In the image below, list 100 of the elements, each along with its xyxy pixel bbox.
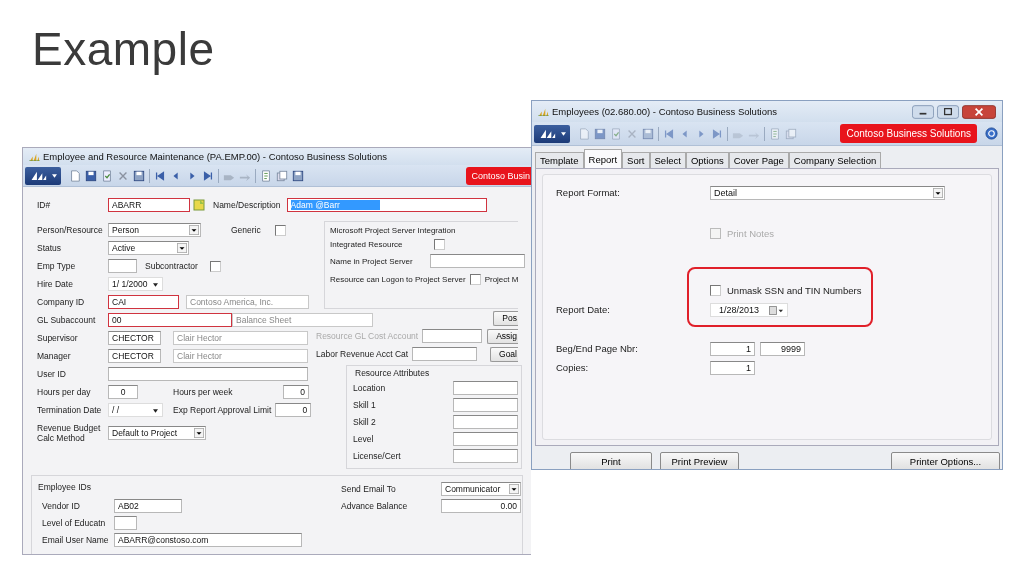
date-field[interactable]: / / [108,403,163,417]
tab[interactable]: Company Selection [788,152,882,168]
checkbox[interactable] [434,238,445,250]
text-field[interactable] [108,259,137,273]
field-label: Resource can Logon to Project Server [330,274,466,284]
tab[interactable]: Template [535,152,584,168]
save-icon[interactable] [85,169,97,182]
text-field[interactable]: 0.00 [441,498,521,513]
date-field[interactable]: 1/28/2013 [710,302,788,317]
text-field[interactable] [430,254,525,268]
checkbox[interactable] [710,285,721,296]
brand-button[interactable]: Contoso Busin [466,166,531,185]
text-field[interactable] [412,347,478,361]
field-label: Status [37,243,63,253]
description-field: Balance Sheet [232,313,373,327]
field-label: Termination Date [37,405,103,415]
brand-button[interactable]: Contoso Business Solutions [840,124,977,143]
caret-icon [153,283,158,287]
report-icon[interactable] [769,127,781,140]
field-label: Report Format: [556,187,621,198]
field-label: ID# [37,200,52,210]
field-label: Name in Project Server [330,256,414,266]
text-field[interactable] [108,367,308,381]
field-label: Company ID [37,297,86,307]
field-label: Report Date: [556,304,611,315]
first-record-icon[interactable] [663,127,675,140]
text-field[interactable]: CHECTOR [108,349,161,363]
field-label: GL Subaccount [37,315,97,325]
text-field[interactable]: 9999 [760,341,805,356]
field-label: Labor Revenue Acct Cat [316,349,409,359]
text-field[interactable]: 0 [275,403,312,417]
dropdown[interactable]: Detail [710,185,945,200]
text-field[interactable] [453,431,518,446]
field-label: Email User Name [42,534,110,545]
text-field[interactable] [114,515,137,530]
tab[interactable]: Options [685,152,729,168]
tab[interactable]: Cover Page [728,152,789,168]
checkbox[interactable] [274,224,286,236]
text-field[interactable]: 0 [283,385,309,399]
text-field[interactable]: 1 [710,360,755,375]
slide-title: Example [32,22,215,76]
copy-icon[interactable] [785,127,797,140]
field-label: Vendor ID [42,500,81,511]
first-record-icon[interactable] [154,169,166,182]
text-field[interactable]: 00 [108,313,232,327]
date-field[interactable]: 1/ 1/2000 [108,277,163,291]
checkbox[interactable] [469,273,481,285]
text-field[interactable] [453,397,518,412]
tab[interactable]: Select [649,152,686,168]
print-preview-button[interactable]: Print Preview [660,451,739,469]
field-label: Location [353,382,387,393]
tab[interactable]: Report [583,149,623,168]
last-record-icon[interactable] [202,169,214,182]
description-field: Clair Hector [173,331,308,345]
description-field: Clair Hector [173,349,308,363]
report-icon[interactable] [260,169,272,182]
tab[interactable]: Sort [622,152,650,168]
text-field[interactable]: CAI [108,295,179,309]
field-label: Exp Report Approval Limit [173,405,272,415]
window-title: Employee and Resource Maintenance (PA.EMP.00) - Contoso Business Solutions [43,151,387,162]
maximize-icon[interactable] [937,104,959,119]
print-button[interactable]: Print [570,451,652,469]
dropdown[interactable]: Person [108,223,201,237]
checkbox-label: Unmask SSN and TIN Numbers [727,285,862,296]
goal-button[interactable]: Goal [490,346,518,362]
text-field[interactable]: 1 [710,341,755,356]
text-field[interactable] [453,448,518,463]
dropdown[interactable]: Active [108,241,189,255]
dropdown[interactable]: Communicator [441,481,521,496]
close-icon[interactable] [962,104,996,119]
field-label: Generic [231,225,261,235]
text-field[interactable] [453,414,518,429]
post-button[interactable]: Pos [493,310,518,326]
caret-icon [509,483,519,494]
menu-button[interactable] [534,124,570,143]
field-label: Hours per week [173,387,234,397]
menu-button[interactable] [25,166,61,185]
caret-icon [177,243,187,253]
text-field[interactable] [453,380,518,395]
checkbox[interactable] [209,260,221,272]
text-field[interactable]: CHECTOR [108,331,161,345]
calendar-icon [769,305,783,315]
assign-button[interactable]: Assig [487,328,518,344]
note-icon[interactable] [193,199,205,211]
printer-options-button[interactable]: Printer Options... [891,451,1000,469]
field-label: Name/Description [213,200,281,210]
caret-icon [560,131,566,136]
text-field[interactable]: ABARR@constoso.com [114,532,302,547]
window-title: Employees (02.680.00) - Contoso Business Solutions [552,106,777,117]
last-record-icon[interactable] [711,127,723,140]
caret-icon [189,225,199,235]
caret-icon [194,428,204,438]
help-icon[interactable] [985,127,998,140]
text-field[interactable]: ABARR [108,198,190,212]
dropdown[interactable]: Default to Project [108,426,206,440]
document-icon[interactable] [610,127,622,140]
text-field[interactable]: 0 [108,385,138,399]
text-field[interactable]: AB02 [114,498,182,513]
field-label: Level [353,433,375,444]
text-field[interactable] [422,329,483,343]
